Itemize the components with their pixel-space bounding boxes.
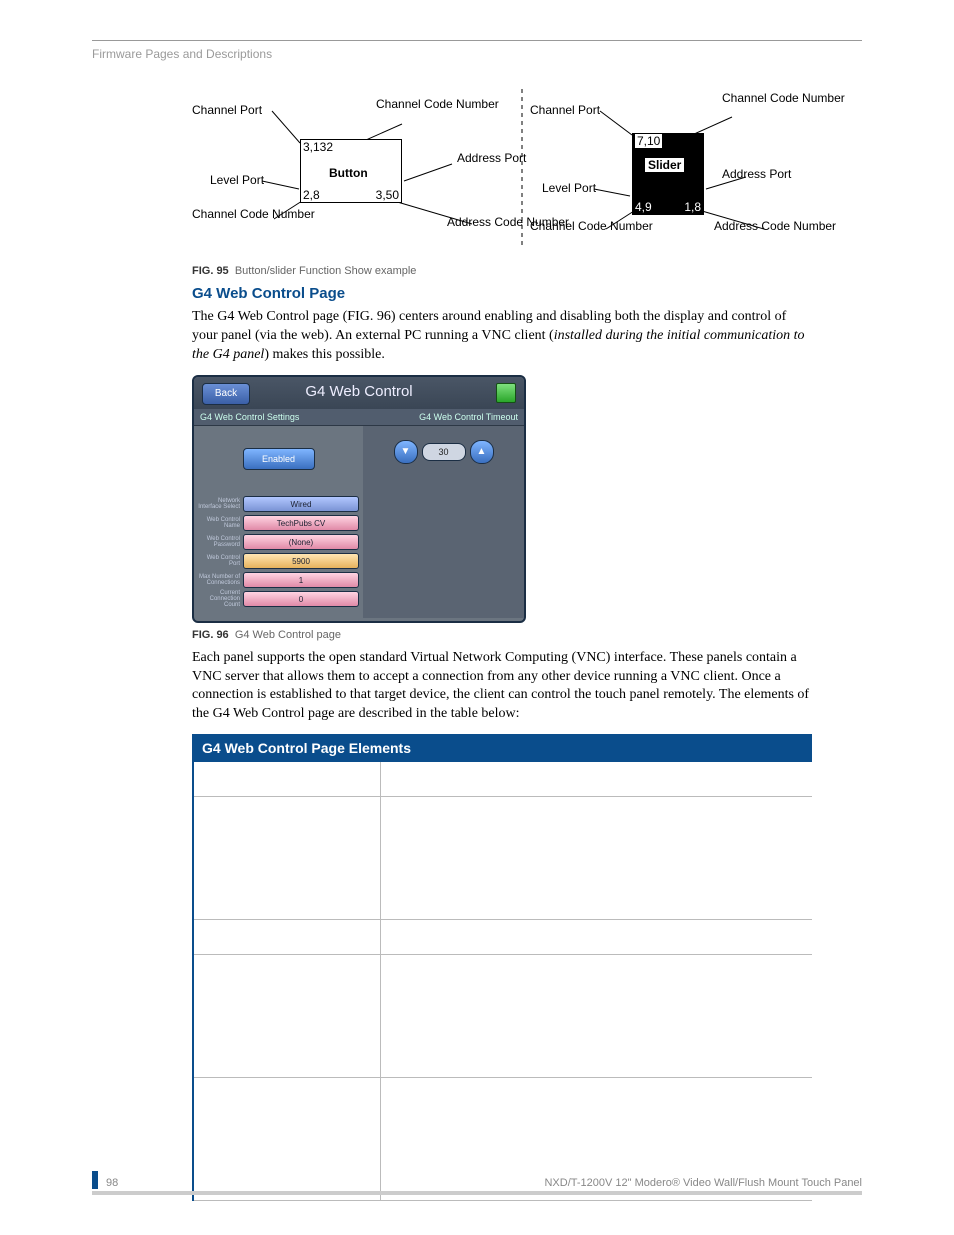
settings-row-value[interactable]: 5900 — [243, 553, 359, 569]
settings-row-value[interactable]: 0 — [243, 591, 359, 607]
settings-row: Web Control Password(None) — [198, 534, 359, 551]
timeout-down-button[interactable]: ▼ — [394, 440, 418, 464]
slider-caption: Slider — [645, 158, 684, 172]
header-rule — [92, 40, 862, 41]
figure-95-diagram: Channel Port Channel Code Number x Addre… — [192, 89, 812, 259]
section-heading-g4: G4 Web Control Page — [192, 285, 812, 302]
footer-accent — [92, 1171, 98, 1189]
main-content: Channel Port Channel Code Number x Addre… — [192, 89, 812, 1201]
document-page: Firmware Pages and Descriptions — [0, 0, 954, 1235]
footer-doc-title: NXD/T-1200V 12" Modero® Video Wall/Flush… — [544, 1177, 862, 1189]
button-val-bl: 2,8 — [303, 188, 320, 202]
slider-val-br: 1,8 — [684, 200, 701, 214]
settings-row-label: Web Control Password — [198, 536, 243, 548]
header-breadcrumb: Firmware Pages and Descriptions — [92, 47, 862, 61]
button-example-box: 3,132 Button 2,8 3,50 — [300, 139, 402, 203]
settings-rows: Network Interface SelectWiredWeb Control… — [198, 496, 359, 608]
button-val-tl: 3,132 — [303, 140, 333, 154]
label-level-port-r: Level Port — [542, 181, 596, 195]
paragraph-2: Each panel supports the open standard Vi… — [192, 649, 812, 725]
figure-95-label: FIG. 95 — [192, 265, 229, 277]
enabled-toggle[interactable]: Enabled — [243, 448, 315, 470]
label-address-port-r: Address Port — [722, 167, 791, 181]
settings-row-value[interactable]: TechPubs CV — [243, 515, 359, 531]
slider-val-tl: 7,10 — [635, 134, 662, 148]
settings-row-label: Max Number of Connections — [198, 574, 243, 586]
button-val-br: 3,50 — [376, 188, 399, 202]
sub-left: G4 Web Control Settings — [194, 409, 359, 426]
settings-row: Max Number of Connections1 — [198, 572, 359, 589]
settings-row-label: Network Interface Select — [198, 498, 243, 510]
slider-example-box: 7,10 Slider 4,9 1,8 — [632, 133, 704, 215]
table-row — [193, 955, 812, 1078]
settings-row-value[interactable]: (None) — [243, 534, 359, 550]
settings-row-value[interactable]: 1 — [243, 572, 359, 588]
figure-95-caption: FIG. 95 Button/slider Function Show exam… — [192, 265, 812, 277]
sub-right: G4 Web Control Timeout — [359, 409, 524, 426]
label-channel-port-l: Channel Port — [192, 103, 262, 117]
label-level-port-l: Level Port — [210, 173, 264, 187]
button-caption: Button — [329, 166, 368, 180]
table-row — [193, 762, 812, 797]
page-number: 98 — [106, 1177, 118, 1189]
label-channel-code-l: Channel Code Number — [376, 97, 499, 111]
back-button[interactable]: Back — [202, 383, 250, 405]
timeout-control: ▼ 30 ▲ — [363, 440, 524, 464]
label-channel-code-br: Channel Code Number — [530, 219, 653, 233]
table-row — [193, 797, 812, 920]
settings-row: Current Connection Count0 — [198, 591, 359, 608]
figure-96-label: FIG. 96 — [192, 629, 229, 641]
elements-table: G4 Web Control Page Elements — [192, 734, 812, 1201]
timeout-value: 30 — [422, 443, 466, 461]
para1-post: ) makes this possible. — [264, 347, 385, 362]
settings-row-value[interactable]: Wired — [243, 496, 359, 512]
paragraph-1: The G4 Web Control page (FIG. 96) center… — [192, 308, 812, 365]
g4-subheader: G4 Web Control Settings G4 Web Control T… — [194, 409, 524, 426]
settings-row: Network Interface SelectWired — [198, 496, 359, 513]
settings-row-label: Web Control Port — [198, 555, 243, 567]
g4-web-control-screenshot: Back G4 Web Control G4 Web Control Setti… — [192, 375, 526, 623]
timeout-up-button[interactable]: ▲ — [470, 440, 494, 464]
figure-96-caption: FIG. 96 G4 Web Control page — [192, 629, 812, 641]
label-channel-code-r: Channel Code Number — [722, 91, 845, 105]
diagram-lines — [192, 89, 812, 259]
settings-row: Web Control Port5900 — [198, 553, 359, 570]
label-address-port-l: Address Port — [457, 151, 526, 165]
settings-row: Web Control NameTechPubs CV — [198, 515, 359, 532]
label-address-code-r: Address Code Number — [714, 219, 836, 233]
g4-titlebar: Back G4 Web Control — [194, 377, 524, 409]
figure-95-text: Button/slider Function Show example — [235, 265, 417, 277]
figure-96-text: G4 Web Control page — [235, 629, 341, 641]
table-row — [193, 920, 812, 955]
status-indicator-icon — [496, 383, 516, 403]
settings-row-label: Web Control Name — [198, 517, 243, 529]
settings-row-label: Current Connection Count — [198, 590, 243, 608]
slider-val-bl: 4,9 — [635, 200, 652, 214]
label-channel-port-r: Channel Port — [530, 103, 600, 117]
label-channel-code-bl: Channel Code Number — [192, 207, 315, 221]
page-footer: 98 NXD/T-1200V 12" Modero® Video Wall/Fl… — [92, 1171, 862, 1195]
table-title: G4 Web Control Page Elements — [193, 735, 812, 762]
